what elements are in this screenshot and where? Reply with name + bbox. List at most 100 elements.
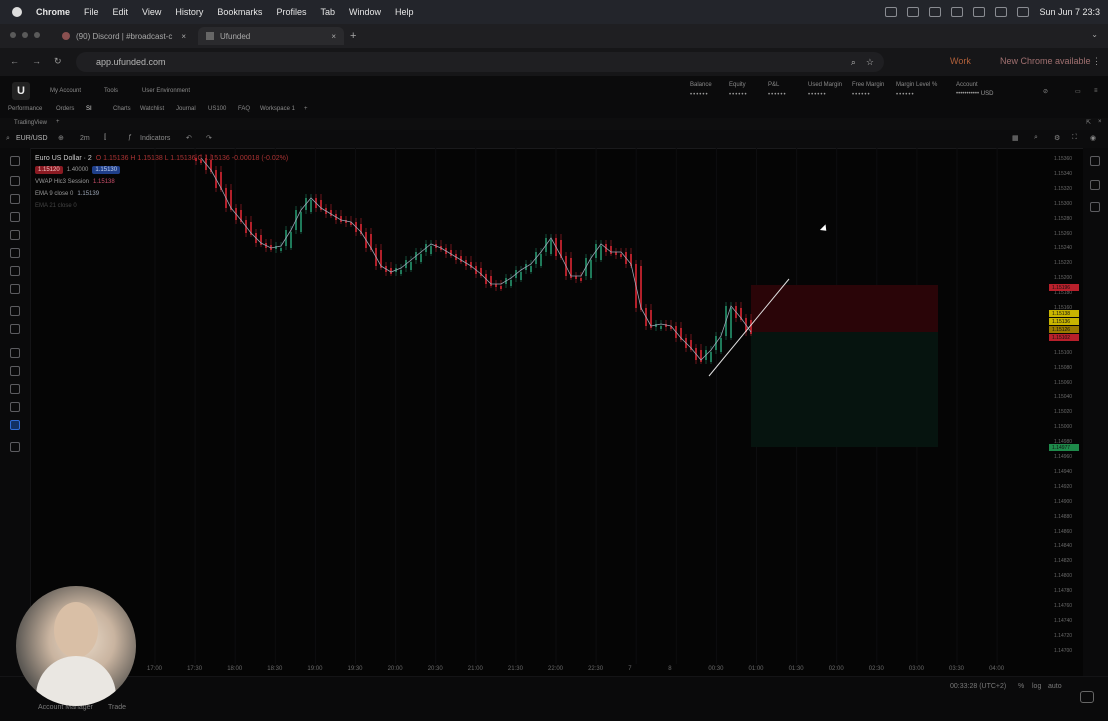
chat-icon[interactable] [1080, 691, 1094, 703]
trash-icon[interactable] [10, 442, 20, 452]
redo-icon[interactable]: ↷ [206, 134, 212, 142]
sync-drawings-icon[interactable] [10, 420, 20, 430]
ask-price-button[interactable]: 1.15130 [92, 166, 121, 174]
time-axis[interactable]: 17:00 17:30 18:00 18:30 19:00 19:30 20:00 20:30… [31, 664, 1048, 676]
back-icon[interactable]: ← [10, 56, 19, 66]
menu-bookmarks[interactable]: Bookmarks [217, 7, 262, 17]
tab-discord[interactable]: (90) Discord | #broadcast-c × [54, 27, 194, 45]
subnav-us100[interactable]: US100 [208, 106, 226, 112]
log-toggle[interactable]: log [1032, 683, 1041, 690]
volume-icon[interactable] [973, 7, 986, 17]
menu-history[interactable]: History [175, 7, 203, 17]
window-close-icon[interactable] [10, 32, 16, 38]
interval-selector[interactable]: 2m [80, 135, 90, 142]
subnav-journal[interactable]: Journal [176, 106, 196, 112]
price-chart[interactable] [31, 148, 1048, 668]
indicators-button[interactable]: Indicators [140, 135, 170, 142]
popout-icon[interactable]: ⇱ [1086, 119, 1091, 126]
magnet-icon[interactable] [10, 348, 20, 358]
ruler-icon[interactable] [10, 306, 20, 316]
indicators-icon[interactable]: ƒ [128, 134, 132, 141]
layout-grid-icon[interactable]: ▦ [1012, 134, 1019, 142]
candle-type-icon[interactable]: ⫿ [104, 134, 106, 142]
zoom-icon[interactable]: ⌕ [851, 57, 856, 68]
wifi-icon[interactable] [1017, 7, 1030, 17]
close-icon[interactable]: × [331, 32, 336, 41]
price-axis[interactable]: 1.15360 1.15340 1.15320 1.15300 1.15280 1.152… [1048, 148, 1083, 668]
watchlist-icon[interactable] [1090, 156, 1100, 166]
account-selector[interactable]: Account ••••••••••• USD [956, 82, 993, 97]
subnav-charts[interactable]: Charts [113, 106, 131, 112]
fib-icon[interactable] [10, 194, 20, 204]
menu-my-account[interactable]: My Account [50, 88, 81, 94]
ufunded-logo[interactable]: U [12, 82, 30, 100]
subnav-orders[interactable]: Orders [56, 106, 74, 112]
close-icon[interactable]: × [181, 32, 186, 41]
alerts-icon[interactable] [1090, 180, 1100, 190]
menu-tools[interactable]: Tools [104, 88, 118, 94]
kebab-menu-icon[interactable]: ⋮ [1092, 56, 1101, 67]
add-icon[interactable]: + [56, 119, 60, 125]
reload-icon[interactable]: ↻ [54, 56, 62, 67]
symbol-title[interactable]: Euro US Dollar · 2 [35, 155, 92, 162]
layout-icon[interactable]: ▭ [1075, 88, 1081, 95]
menu-window[interactable]: Window [349, 7, 381, 17]
forecast-icon[interactable] [10, 230, 20, 240]
settings-gear-icon[interactable]: ⚙ [1054, 134, 1060, 142]
menu-app[interactable]: Chrome [36, 7, 70, 17]
auto-toggle[interactable]: auto [1048, 683, 1062, 690]
ema-extra-label[interactable]: EMA 21 close 0 [35, 203, 77, 209]
menu-profiles[interactable]: Profiles [276, 7, 306, 17]
trend-line-icon[interactable] [10, 176, 20, 186]
chrome-update-button[interactable]: New Chrome available [1000, 56, 1091, 66]
battery-icon[interactable] [995, 7, 1008, 17]
subnav-watchlist[interactable]: Watchlist [140, 106, 164, 112]
tab-ufunded[interactable]: Ufunded × [198, 27, 344, 45]
eye-icon[interactable] [10, 402, 20, 412]
symbol-selector[interactable]: EUR/USD [16, 135, 48, 142]
percent-toggle[interactable]: % [1018, 683, 1024, 690]
window-zoom-icon[interactable] [34, 32, 40, 38]
apple-icon[interactable] [12, 7, 22, 17]
ema-label[interactable]: EMA 9 close 0 [35, 191, 73, 197]
crosshair-icon[interactable] [10, 156, 20, 166]
new-tab-icon[interactable]: + [350, 30, 356, 42]
menu-edit[interactable]: Edit [113, 7, 129, 17]
icons-icon[interactable] [10, 284, 20, 294]
bookmark-star-icon[interactable]: ☆ [866, 57, 874, 68]
compare-add-icon[interactable]: ⊕ [58, 134, 64, 142]
menu-icon[interactable]: ≡ [1094, 88, 1098, 94]
tab-search-icon[interactable]: ⌄ [1091, 30, 1098, 39]
url-input[interactable]: app.ufunded.com ⌕ ☆ [76, 52, 884, 72]
menu-file[interactable]: File [84, 7, 99, 17]
bid-price-button[interactable]: 1.15120 [35, 166, 63, 174]
menu-tab[interactable]: Tab [320, 7, 335, 17]
search-icon[interactable]: ⌕ [1034, 134, 1038, 142]
profile-work[interactable]: Work [950, 56, 971, 66]
menu-user-environment[interactable]: User Environment [142, 88, 190, 94]
camera-icon[interactable]: ◉ [1090, 134, 1096, 142]
subnav-performance[interactable]: Performance [8, 106, 42, 112]
undo-icon[interactable]: ↶ [186, 134, 192, 142]
menu-view[interactable]: View [142, 7, 161, 17]
pattern-icon[interactable] [10, 212, 20, 222]
subnav-faq[interactable]: FAQ [238, 106, 250, 112]
text-icon[interactable] [10, 266, 20, 276]
window-minimize-icon[interactable] [22, 32, 28, 38]
visibility-off-icon[interactable]: ⊘ [1043, 88, 1048, 95]
close-icon[interactable]: × [1098, 119, 1102, 125]
subnav-si[interactable]: SI [86, 106, 92, 112]
clock-readout[interactable]: 00:33:28 (UTC+2) [950, 683, 1006, 690]
lock-drawing-icon[interactable] [10, 366, 20, 376]
subnav-workspace[interactable]: Workspace 1 [260, 106, 295, 112]
lock-icon[interactable] [10, 384, 20, 394]
add-workspace-icon[interactable]: + [304, 106, 308, 112]
fullscreen-icon[interactable]: ⛶ [1072, 134, 1077, 142]
clock[interactable]: Sun Jun 7 23:3 [1039, 7, 1100, 17]
status-icon[interactable] [907, 7, 920, 17]
zoom-in-icon[interactable] [10, 324, 20, 334]
layers-icon[interactable] [1090, 202, 1100, 212]
status-icon[interactable] [885, 7, 898, 17]
menu-help[interactable]: Help [395, 7, 414, 17]
vwap-label[interactable]: VWAP Hlc3 Session [35, 179, 89, 185]
